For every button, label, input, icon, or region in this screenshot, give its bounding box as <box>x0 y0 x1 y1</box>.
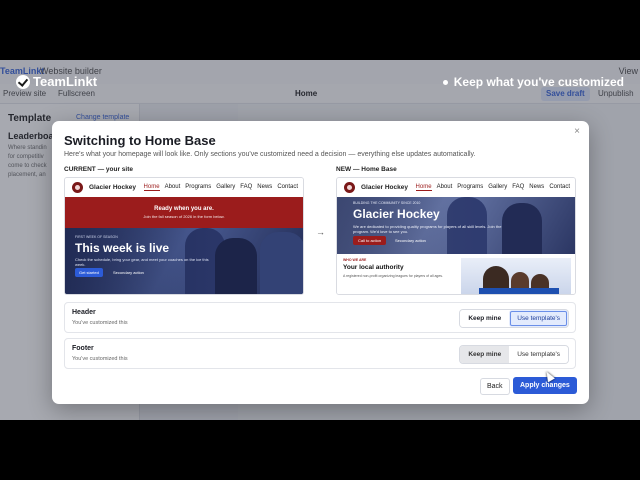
player-figure <box>215 238 257 294</box>
bullet-icon <box>442 79 448 85</box>
nav-link: Gallery <box>216 184 236 190</box>
about-section: WHO WE ARE Your local authority A regist… <box>337 254 575 294</box>
nav-link: Home <box>143 184 160 191</box>
video-caption: Keep what you've customized <box>442 75 624 89</box>
banner-text: Join the fall season of 2026 in the form… <box>143 214 225 219</box>
hero-text: Check the schedule, bring your gear, and… <box>75 257 209 267</box>
nav-link: Programs <box>185 184 212 190</box>
current-site-preview: Glacier Hockey Home About Programs Galle… <box>64 177 304 295</box>
hero-primary-button: Get started <box>75 268 103 277</box>
site-name: Glacier Hockey <box>361 184 408 191</box>
hero-title: Glacier Hockey <box>353 207 440 221</box>
nav-link: About <box>164 184 181 190</box>
site-logo-icon <box>344 182 355 193</box>
nav-link: Gallery <box>488 184 508 190</box>
nav-link: News <box>529 184 545 190</box>
current-label: CURRENT — your site <box>64 166 133 173</box>
nav-links: Home About Programs Gallery FAQ News Con… <box>143 184 298 191</box>
section-title: Footer <box>72 345 94 352</box>
hero-secondary-button: Secondary action <box>113 270 144 275</box>
hero-primary-button: Call to action <box>353 236 387 245</box>
banner-title: Ready when you are. <box>154 206 214 212</box>
keep-mine-button[interactable]: Keep mine <box>460 310 510 327</box>
dialog-subtitle: Here's what your homepage will look like… <box>64 151 476 158</box>
choice-toggle: Keep mine Use template's <box>459 345 569 364</box>
watermark-brand-text: TeamLinkt <box>33 74 98 89</box>
hero-secondary-button: Secondary action <box>395 238 426 243</box>
section-row-footer: Footer You've customized this Keep mine … <box>64 338 576 369</box>
hero-kicker: BUILDING THE COMMUNITY SINCE 2010 <box>353 201 421 205</box>
nav-link: FAQ <box>512 184 525 190</box>
nav-link: FAQ <box>240 184 253 190</box>
new-label: NEW — Home Base <box>336 166 397 173</box>
player-figure <box>260 232 303 294</box>
builder-app: TeamLinkt Website builder View Preview s… <box>0 60 640 420</box>
about-tag: WHO WE ARE <box>343 258 367 262</box>
watermark-brand: TeamLinkt <box>16 74 97 89</box>
back-button[interactable]: Back <box>480 378 510 395</box>
nav-link: Contact <box>549 184 570 190</box>
jersey-shape <box>479 288 559 294</box>
hero-title: This week is live <box>75 241 170 255</box>
keep-mine-button[interactable]: Keep mine <box>460 346 510 363</box>
section-status: You've customized this <box>72 356 128 362</box>
hero-image: FIRST WEEK OF SEASON This week is live C… <box>65 228 303 294</box>
nav-link: About <box>436 184 453 190</box>
section-row-header: Header You've customized this Keep mine … <box>64 302 576 333</box>
nav-link: Contact <box>277 184 298 190</box>
dialog-title: Switching to Home Base <box>64 133 216 148</box>
arrow-icon: → <box>316 227 325 237</box>
announcement-banner: Ready when you are. Join the fall season… <box>65 197 303 228</box>
section-status: You've customized this <box>72 320 128 326</box>
use-template-button[interactable]: Use template's <box>509 346 568 363</box>
about-text: A registered non-profit organizing leagu… <box>343 274 444 278</box>
hero-image: BUILDING THE COMMUNITY SINCE 2010 Glacie… <box>337 197 575 254</box>
site-logo-icon <box>72 182 83 193</box>
hero-kicker: FIRST WEEK OF SEASON <box>75 235 118 239</box>
checkmark-logo-icon <box>16 74 30 89</box>
choice-toggle: Keep mine Use template's <box>459 309 569 328</box>
preview-nav: Glacier Hockey Home About Programs Galle… <box>337 178 575 197</box>
nav-link: Home <box>415 184 432 191</box>
about-title: Your local authority <box>343 264 404 271</box>
section-title: Header <box>72 309 96 316</box>
about-photo <box>461 258 571 294</box>
apply-changes-button[interactable]: Apply changes <box>513 377 577 394</box>
close-icon[interactable]: × <box>574 126 580 137</box>
switch-template-dialog: × Switching to Home Base Here's what you… <box>52 121 589 404</box>
hero-text: We are dedicated to providing quality pr… <box>353 224 502 234</box>
nav-links: Home About Programs Gallery FAQ News Con… <box>415 184 570 191</box>
video-frame: TeamLinkt Website builder View Preview s… <box>0 0 640 480</box>
preview-nav: Glacier Hockey Home About Programs Galle… <box>65 178 303 197</box>
nav-link: News <box>257 184 273 190</box>
caption-text: Keep what you've customized <box>453 75 624 89</box>
nav-link: Programs <box>457 184 484 190</box>
new-template-preview: Glacier Hockey Home About Programs Galle… <box>336 177 576 295</box>
site-name: Glacier Hockey <box>89 184 136 191</box>
use-template-button[interactable]: Use template's <box>509 310 568 327</box>
